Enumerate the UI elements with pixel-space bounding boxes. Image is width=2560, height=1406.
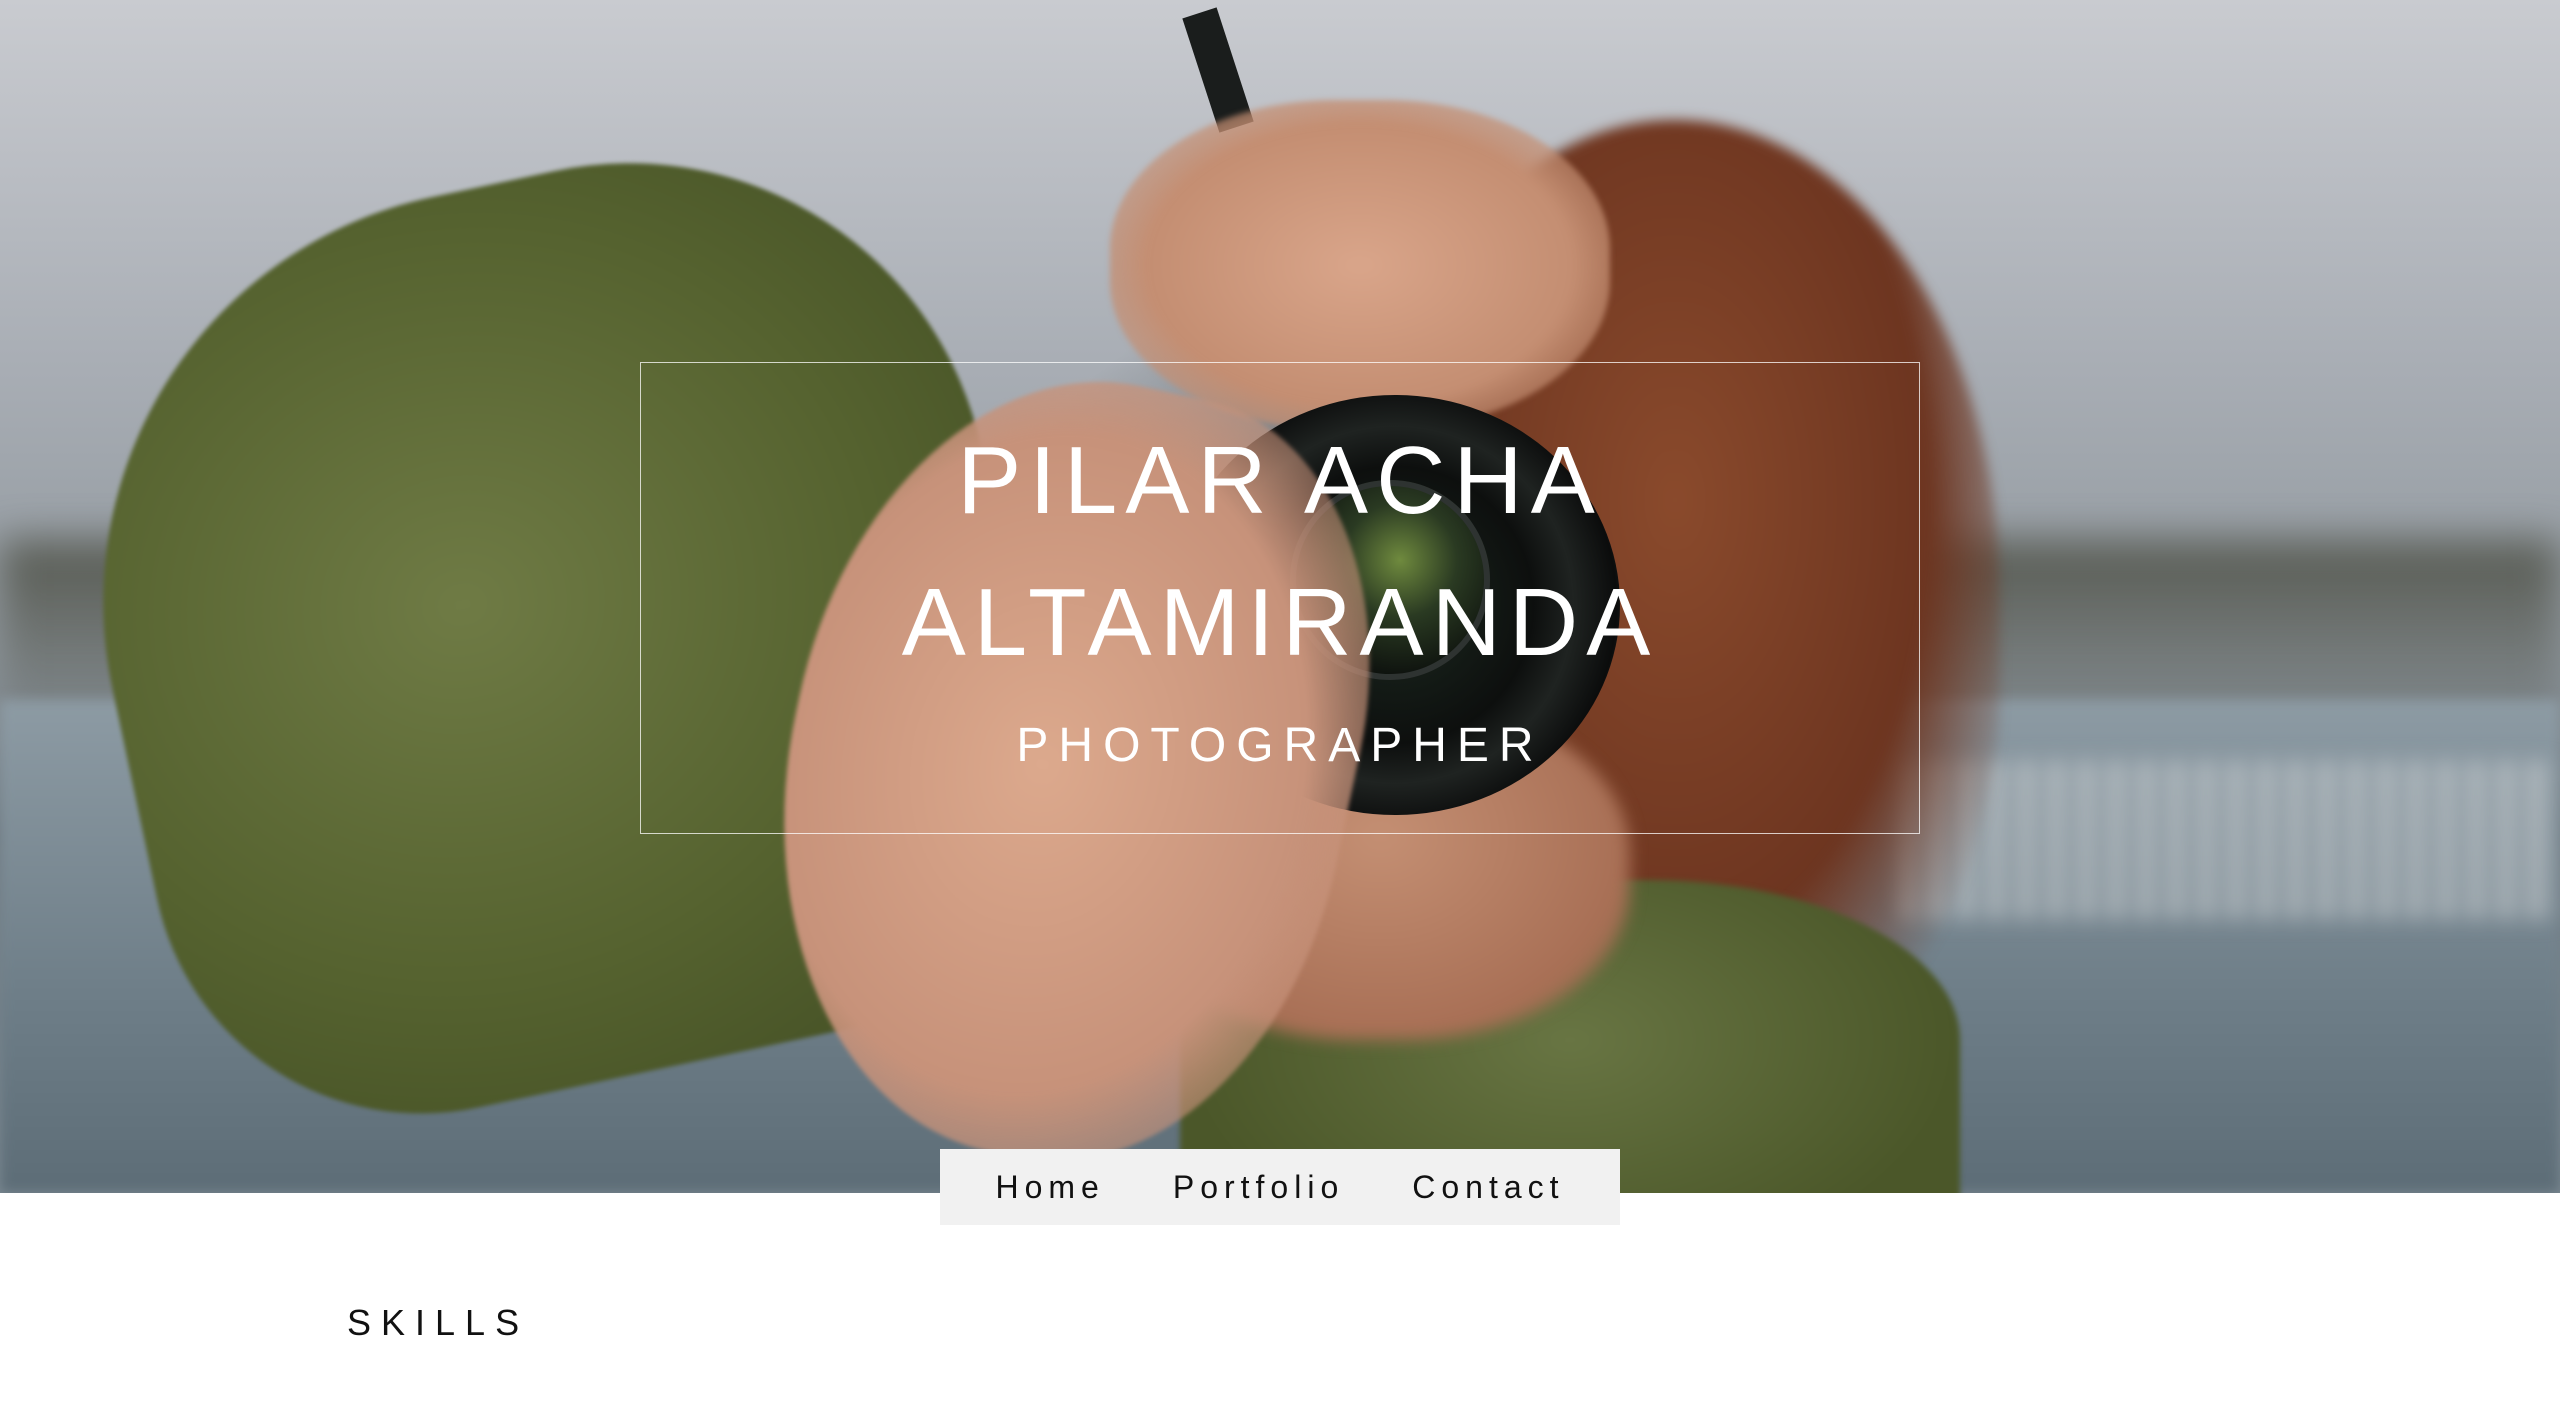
nav-portfolio-link[interactable]: Portfolio bbox=[1173, 1169, 1344, 1206]
page-title: PILAR ACHA ALTAMIRANDA bbox=[640, 410, 1920, 694]
nav-home-link[interactable]: Home bbox=[995, 1169, 1104, 1206]
main-nav: Home Portfolio Contact bbox=[940, 1149, 1620, 1225]
page-title-line1: PILAR ACHA bbox=[957, 427, 1603, 534]
page-title-line2: ALTAMIRANDA bbox=[901, 569, 1659, 676]
page-subtitle: PHOTOGRAPHER bbox=[1016, 719, 1544, 772]
background-boats bbox=[1900, 760, 2560, 920]
nav-contact-link[interactable]: Contact bbox=[1412, 1169, 1564, 1206]
skills-heading: SKILLS bbox=[347, 1302, 530, 1343]
